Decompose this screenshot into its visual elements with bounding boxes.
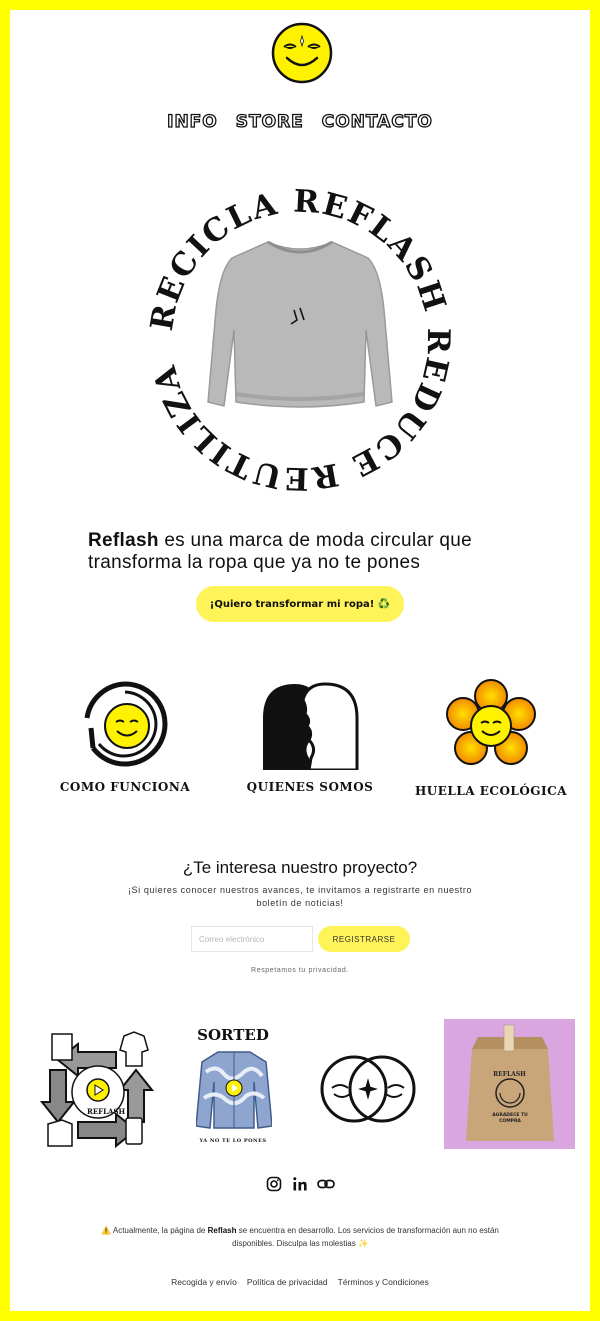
- sweatshirt-image: [207, 240, 393, 408]
- footer-privacy-link[interactable]: Política de privacidad: [247, 1277, 328, 1287]
- sorted-caption: YA NO TE LO PONES: [199, 1138, 267, 1144]
- feature-huella-ecologica[interactable]: HUELLA ECOLÓGICA: [406, 678, 576, 798]
- warning-icon: ⚠️: [101, 1226, 112, 1235]
- two-circles-logo-icon: [320, 1055, 416, 1123]
- page-frame: INFO STORE CONTACTO RECICLA REFLASH REDU…: [0, 0, 600, 1321]
- nav-store-link[interactable]: STORE: [235, 111, 304, 132]
- sorted-title: SORTED: [197, 1026, 269, 1044]
- transform-clothes-button[interactable]: ¡Quiero transformar mi ropa! ♻️: [196, 586, 404, 622]
- footer-terms-link[interactable]: Términos y Condiciones: [338, 1277, 429, 1287]
- notice-text-start: Actualmente, la página de: [111, 1226, 208, 1235]
- intro-text: Reflash es una marca de moda circular qu…: [88, 530, 538, 574]
- newsletter-title: ¿Te interesa nuestro proyecto?: [182, 858, 418, 877]
- nav-info-link[interactable]: INFO: [166, 111, 218, 132]
- intro-brand: Reflash: [88, 530, 159, 551]
- denim-jacket-image: [196, 1051, 272, 1129]
- privacy-note: Respetamos tu privacidad.: [251, 967, 349, 974]
- sorted-jacket-image: SORTED YA NO TE LO PONES: [188, 1026, 278, 1152]
- sparkles-icon: ✨: [357, 1239, 368, 1248]
- smiley-logo-icon[interactable]: [271, 22, 333, 84]
- linkedin-icon[interactable]: [291, 1175, 309, 1193]
- feature-quienes-somos[interactable]: QUIENES SOMOS: [225, 678, 395, 794]
- social-links: [10, 1175, 590, 1193]
- feature-label: HUELLA ECOLÓGICA: [414, 784, 568, 798]
- register-button[interactable]: REGISTRARSE: [318, 926, 410, 952]
- bag-brand: REFLASH: [493, 1071, 526, 1078]
- recycle-cycle-image: REFLASH: [39, 1031, 155, 1149]
- link-icon[interactable]: [317, 1175, 335, 1193]
- footer-links: Recogida y envío Política de privacidad …: [10, 1277, 590, 1287]
- email-field[interactable]: [191, 926, 313, 952]
- paper-bag-image: REFLASH AGRADECE TU COMPRA: [444, 1019, 575, 1149]
- development-notice: ⚠️ Actualmente, la página de Reflash se …: [80, 1224, 520, 1250]
- feature-label: QUIENES SOMOS: [246, 780, 374, 794]
- notice-brand: Reflash: [207, 1226, 237, 1235]
- feature-label: COMO FUNCIONA: [59, 780, 191, 794]
- feature-como-funciona[interactable]: COMO FUNCIONA: [40, 678, 210, 794]
- main-nav: INFO STORE CONTACTO: [10, 111, 590, 132]
- smiley-flower-icon: [446, 679, 536, 765]
- hero-ring-graphic: RECICLA REFLASH REDUCE REUTILIZA: [144, 183, 454, 496]
- smiley-recycle-icon: [84, 681, 168, 767]
- footer-shipping-link[interactable]: Recogida y envío: [171, 1277, 237, 1287]
- instagram-icon[interactable]: [265, 1175, 283, 1193]
- two-faces-icon: [263, 682, 359, 770]
- bag-text: AGRADECE TU COMPRA: [492, 1113, 528, 1124]
- newsletter-subtitle: ¡Si quieres conocer nuestros avances, te…: [127, 885, 473, 908]
- svg-text:REFLASH: REFLASH: [87, 1107, 126, 1116]
- nav-contacto-link[interactable]: CONTACTO: [321, 111, 433, 132]
